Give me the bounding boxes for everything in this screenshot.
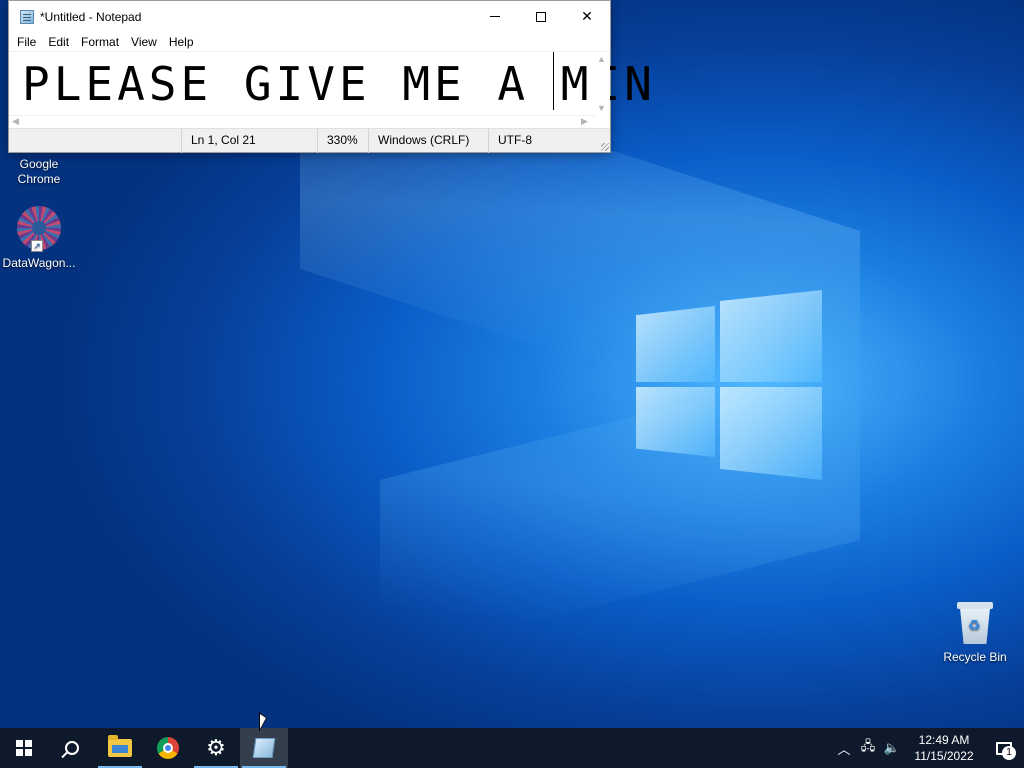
status-zoom: 330% [317, 129, 368, 153]
menu-view[interactable]: View [125, 35, 163, 49]
scroll-left-icon[interactable]: ◀ [12, 116, 19, 127]
clock-time: 12:49 AM [918, 733, 970, 747]
minimize-button[interactable] [472, 1, 518, 32]
resize-grip-icon[interactable] [601, 143, 609, 151]
chevron-up-icon[interactable]: ︿ [832, 739, 856, 758]
shortcut-arrow-icon: ↗ [31, 240, 43, 252]
status-encoding: UTF-8 [488, 129, 610, 153]
scroll-right-icon[interactable]: ▶ [581, 116, 588, 127]
search-icon [65, 741, 79, 755]
volume-icon[interactable]: 🔈 [880, 740, 904, 756]
windows-wallpaper-logo [636, 290, 822, 480]
mouse-cursor-icon [259, 712, 267, 732]
taskbar-settings[interactable]: ⚙ [192, 728, 240, 768]
scroll-up-icon[interactable]: ▲ [597, 54, 606, 64]
desktop-icon-google-chrome[interactable]: Google Chrome [1, 157, 77, 187]
status-line-ending: Windows (CRLF) [368, 129, 488, 153]
desktop-icon-label: Recycle Bin [943, 650, 1007, 664]
file-explorer-icon [108, 735, 132, 757]
notepad-icon [20, 9, 34, 24]
notepad-window[interactable]: *Untitled - Notepad ✕ File Edit Format V… [8, 0, 652, 153]
window-title: *Untitled - Notepad [40, 9, 142, 24]
taskbar-file-explorer[interactable] [96, 728, 144, 768]
system-tray: ︿ 🖧 🔈 12:49 AM 11/15/2022 1 [832, 728, 1024, 768]
menu-format[interactable]: Format [75, 35, 125, 49]
menu-edit[interactable]: Edit [42, 35, 75, 49]
clock[interactable]: 12:49 AM 11/15/2022 [908, 732, 980, 764]
notification-count-badge: 1 [1002, 746, 1016, 760]
text-caret [553, 52, 554, 110]
horizontal-scrollbar[interactable]: ◀ ▶ [9, 115, 595, 128]
maximize-button[interactable] [518, 1, 564, 32]
close-icon: ✕ [581, 8, 593, 24]
network-icon[interactable]: 🖧 [856, 737, 880, 759]
scroll-down-icon[interactable]: ▼ [597, 103, 606, 113]
datawagon-icon: ↗ [17, 206, 61, 252]
close-button[interactable]: ✕ [564, 1, 610, 32]
search-button[interactable] [48, 728, 96, 768]
menu-help[interactable]: Help [163, 35, 200, 49]
chrome-icon [157, 737, 179, 759]
title-bar[interactable]: *Untitled - Notepad ✕ [9, 1, 610, 32]
status-spacer [9, 129, 181, 152]
maximize-icon [536, 11, 546, 22]
status-position: Ln 1, Col 21 [181, 129, 317, 153]
start-button[interactable] [0, 728, 48, 768]
notepad-icon [252, 738, 276, 758]
windows-start-icon [16, 740, 32, 756]
notification-center-button[interactable]: 1 [984, 728, 1024, 768]
taskbar-google-chrome[interactable] [144, 728, 192, 768]
taskbar-notepad[interactable] [240, 728, 288, 768]
menu-bar: File Edit Format View Help [9, 32, 610, 51]
menu-file[interactable]: File [11, 35, 42, 49]
minimize-icon [490, 16, 500, 17]
clock-date: 11/15/2022 [914, 749, 974, 763]
vertical-scrollbar[interactable]: ▲ ▼ [593, 52, 610, 115]
desktop-icon-recycle-bin[interactable]: ♻ Recycle Bin [937, 602, 1013, 665]
desktop-icon-label: Google Chrome [17, 157, 61, 186]
gear-icon: ⚙ [206, 735, 226, 760]
status-bar: Ln 1, Col 21 330% Windows (CRLF) UTF-8 [9, 128, 610, 153]
text-editor[interactable]: PLEASE GIVE ME A MIN [9, 51, 652, 116]
editor-content: PLEASE GIVE ME A MIN [22, 57, 656, 111]
taskbar: ⚙ ︿ 🖧 🔈 12:49 AM 11/15/2022 1 [0, 728, 1024, 768]
desktop-icon-datawagon[interactable]: ↗ DataWagon... [1, 206, 77, 271]
desktop-icon-label: DataWagon... [2, 256, 76, 270]
recycle-bin-icon: ♻ [957, 602, 993, 644]
